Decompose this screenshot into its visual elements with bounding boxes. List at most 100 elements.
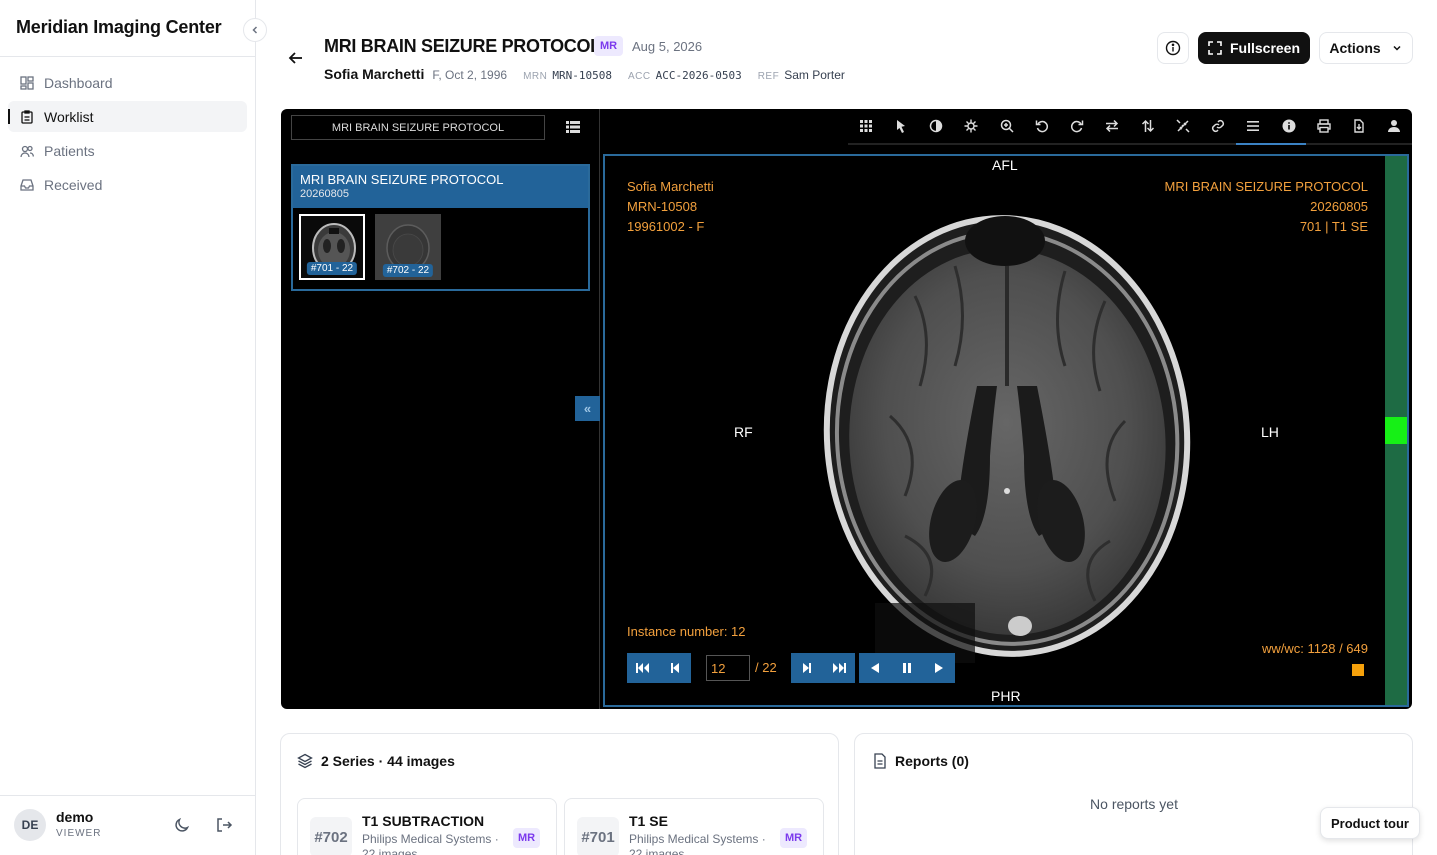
pointer-icon[interactable]: [883, 109, 919, 145]
mri-brain-image: [605, 156, 1407, 705]
pause-button[interactable]: [891, 653, 923, 683]
patient-name: Sofia Marchetti: [324, 66, 425, 82]
sidebar-collapse-button[interactable]: [243, 18, 267, 42]
orientation-left: RF: [734, 424, 753, 440]
reports-card-title: Reports (0): [895, 753, 969, 769]
study-browser-panel: MRI BRAIN SEIZURE PROTOCOL MRI BRAIN SEI…: [281, 109, 600, 709]
overlay-info-icon[interactable]: [1271, 109, 1307, 145]
study-card-date: 20260805: [300, 188, 349, 200]
link-icon[interactable]: [1200, 109, 1236, 145]
image-viewport[interactable]: Sofia Marchetti MRN-10508 19961002 - F M…: [603, 154, 1409, 707]
actions-label: Actions: [1329, 40, 1381, 56]
pan-icon[interactable]: [953, 109, 989, 145]
series-thumbnail[interactable]: #701 - 22: [299, 214, 365, 280]
study-selector[interactable]: MRI BRAIN SEIZURE PROTOCOL: [291, 115, 545, 140]
series-subtitle: Philips Medical Systems · 22 images: [629, 832, 766, 855]
list-view-icon[interactable]: [565, 119, 581, 135]
contrast-icon[interactable]: [918, 109, 954, 145]
acc-value: ACC-2026-0503: [655, 69, 742, 82]
series-thumbnail[interactable]: #702 - 22: [375, 214, 441, 280]
info-icon: [1165, 40, 1181, 56]
arrow-left-icon: [288, 52, 302, 64]
dashboard-icon: [20, 75, 34, 90]
play-button[interactable]: [923, 653, 955, 683]
inbox-icon: [20, 178, 34, 192]
series-modality-badge: MR: [780, 828, 808, 848]
brand-title: Meridian Imaging Center: [16, 17, 222, 37]
double-chevron-left-icon: «: [583, 401, 592, 416]
chevron-left-icon: [252, 26, 258, 34]
thumbnail-label: #701 - 22: [306, 262, 358, 275]
study-card-header: MRI BRAIN SEIZURE PROTOCOL 20260805: [293, 166, 588, 208]
overlay-study-date: 20260805: [1310, 199, 1368, 214]
orientation-right: LH: [1261, 424, 1279, 440]
page-title: MRI BRAIN SEIZURE PROTOCOL: [324, 36, 601, 56]
sidebar-item-dashboard[interactable]: Dashboard: [8, 67, 247, 98]
logout-button[interactable]: [214, 815, 234, 835]
overlay-patient-name: Sofia Marchetti: [627, 179, 714, 194]
download-icon[interactable]: [1341, 109, 1377, 145]
fullscreen-button[interactable]: Fullscreen: [1198, 32, 1310, 64]
sidebar-item-worklist[interactable]: Worklist: [8, 101, 247, 132]
sidebar-item-received[interactable]: Received: [8, 169, 247, 200]
last-frame-button[interactable]: [823, 653, 855, 683]
frame-number-input[interactable]: [706, 655, 750, 681]
collapse-panel-button[interactable]: «: [575, 396, 600, 421]
rotate-right-icon[interactable]: [1059, 109, 1095, 145]
sidebar-item-label: Worklist: [44, 108, 94, 125]
layout-grid-icon[interactable]: [848, 109, 884, 145]
print-icon[interactable]: [1306, 109, 1342, 145]
document-icon: [874, 753, 886, 769]
study-date: Aug 5, 2026: [632, 39, 703, 54]
clipboard-icon: [20, 109, 34, 124]
series-list-item[interactable]: #701 T1 SE Philips Medical Systems · 22 …: [564, 798, 824, 855]
previous-frame-button[interactable]: [659, 653, 691, 683]
series-list-item[interactable]: #702 T1 SUBTRACTION Philips Medical Syst…: [297, 798, 557, 855]
layers-icon: [297, 753, 313, 769]
app-root: Meridian Imaging Center Dashboard Workli…: [0, 0, 1437, 855]
stack-scrollbar[interactable]: [1385, 156, 1407, 705]
skip-forward-icon: [833, 663, 846, 673]
study-card[interactable]: MRI BRAIN SEIZURE PROTOCOL 20260805 #701…: [291, 164, 590, 291]
overlay-instance: Instance number: 12: [627, 624, 746, 639]
back-button[interactable]: [286, 48, 306, 68]
actions-dropdown[interactable]: Actions: [1319, 32, 1413, 64]
play-reverse-button[interactable]: [859, 653, 891, 683]
series-number: #702: [310, 817, 352, 855]
next-frame-button[interactable]: [791, 653, 823, 683]
moon-icon: [175, 817, 190, 832]
logout-icon: [217, 818, 233, 832]
sidebar-item-label: Dashboard: [44, 74, 113, 91]
series-card: 2 Series · 44 images #702 T1 SUBTRACTION…: [280, 733, 839, 855]
sidebar-item-patients[interactable]: Patients: [8, 135, 247, 166]
mrn-label: MRN: [523, 71, 548, 82]
theme-toggle-button[interactable]: [172, 815, 192, 835]
series-modality-badge: MR: [513, 828, 541, 848]
study-card-title: MRI BRAIN SEIZURE PROTOCOL: [300, 172, 504, 187]
first-frame-button[interactable]: [627, 653, 659, 683]
product-tour-button[interactable]: Product tour: [1320, 807, 1420, 839]
pause-icon: [903, 663, 911, 673]
overlay-study-title: MRI BRAIN SEIZURE PROTOCOL: [1164, 179, 1368, 194]
modality-badge: MR: [594, 36, 624, 56]
orientation-top: AFL: [992, 157, 1018, 173]
zoom-icon[interactable]: [989, 109, 1025, 145]
info-button[interactable]: [1157, 32, 1189, 64]
patient-info: F, Oct 2, 1996: [432, 68, 508, 82]
user-icon[interactable]: [1376, 109, 1412, 145]
flip-vertical-icon[interactable]: [1130, 109, 1166, 145]
series-title: T1 SE: [629, 813, 668, 829]
sidebar-divider: [0, 56, 256, 57]
sidebar-divider: [0, 795, 256, 796]
stack-scrollbar-thumb[interactable]: [1385, 417, 1407, 444]
play-icon: [935, 663, 943, 673]
sidebar-nav: Dashboard Worklist Patients Received: [8, 67, 247, 203]
rotate-left-icon[interactable]: [1024, 109, 1060, 145]
menu-icon[interactable]: [1235, 109, 1271, 145]
skip-back-icon: [636, 663, 649, 673]
series-title: T1 SUBTRACTION: [362, 813, 485, 829]
flip-horizontal-icon[interactable]: [1094, 109, 1130, 145]
dicom-viewer: MRI BRAIN SEIZURE PROTOCOL MRI BRAIN SEI…: [281, 109, 1412, 709]
ref-label: REF: [757, 71, 780, 82]
measure-icon[interactable]: [1165, 109, 1201, 145]
